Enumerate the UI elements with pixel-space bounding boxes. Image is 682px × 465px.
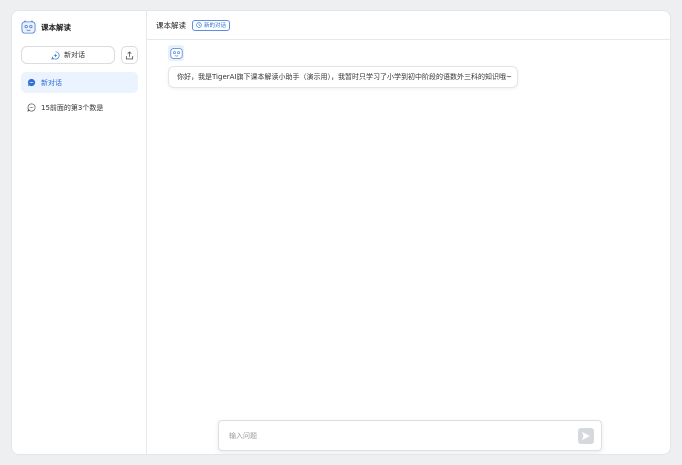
- send-icon: [581, 431, 591, 441]
- conversation-item[interactable]: 15前面的第3个数是: [21, 97, 138, 118]
- new-conversation-tag[interactable]: 新的对话: [192, 19, 231, 31]
- chat-plus-icon: [51, 50, 60, 60]
- assistant-avatar: [168, 45, 184, 61]
- conversation-item-active[interactable]: 新对话: [21, 72, 138, 93]
- robot-logo-icon: [21, 19, 36, 35]
- brand-name: 课本解读: [41, 22, 71, 32]
- new-chat-label: 新对话: [64, 51, 85, 59]
- conversation-label: 新对话: [41, 78, 62, 87]
- assistant-message: 你好，我是TigerAI旗下课本解读小助手（演示用），我暂时只学习了小学到初中阶…: [168, 66, 518, 88]
- brand: 课本解读: [21, 18, 71, 36]
- chat-bubble-icon: [27, 103, 36, 112]
- upload-icon: [125, 50, 134, 60]
- robot-avatar-icon: [169, 47, 183, 59]
- export-button[interactable]: [121, 46, 138, 64]
- chat-panel: 课本解读 新的对话 你好，我是TigerAI旗下课本解读小助手（演示用），我暂时…: [147, 11, 670, 454]
- conversation-label: 15前面的第3个数是: [41, 103, 104, 112]
- page-title: 课本解读: [156, 20, 186, 30]
- sidebar: 课本解读 新对话 新对话 15前面的第3个数是: [12, 11, 147, 454]
- chat-bubble-icon: [27, 78, 36, 87]
- clock-icon: [196, 22, 202, 28]
- chat-header: 课本解读 新的对话: [147, 11, 670, 40]
- app-window: 课本解读 新对话 新对话 15前面的第3个数是 课本解读 新的对话 你好，我是T…: [11, 10, 671, 455]
- tag-label: 新的对话: [204, 23, 227, 29]
- new-chat-button[interactable]: 新对话: [21, 46, 115, 64]
- question-input[interactable]: [229, 429, 559, 443]
- send-button[interactable]: [578, 428, 594, 444]
- conversation-list: 新对话 15前面的第3个数是: [21, 72, 138, 122]
- message-text: 你好，我是TigerAI旗下课本解读小助手（演示用），我暂时只学习了小学到初中阶…: [177, 73, 512, 81]
- composer: [218, 420, 602, 451]
